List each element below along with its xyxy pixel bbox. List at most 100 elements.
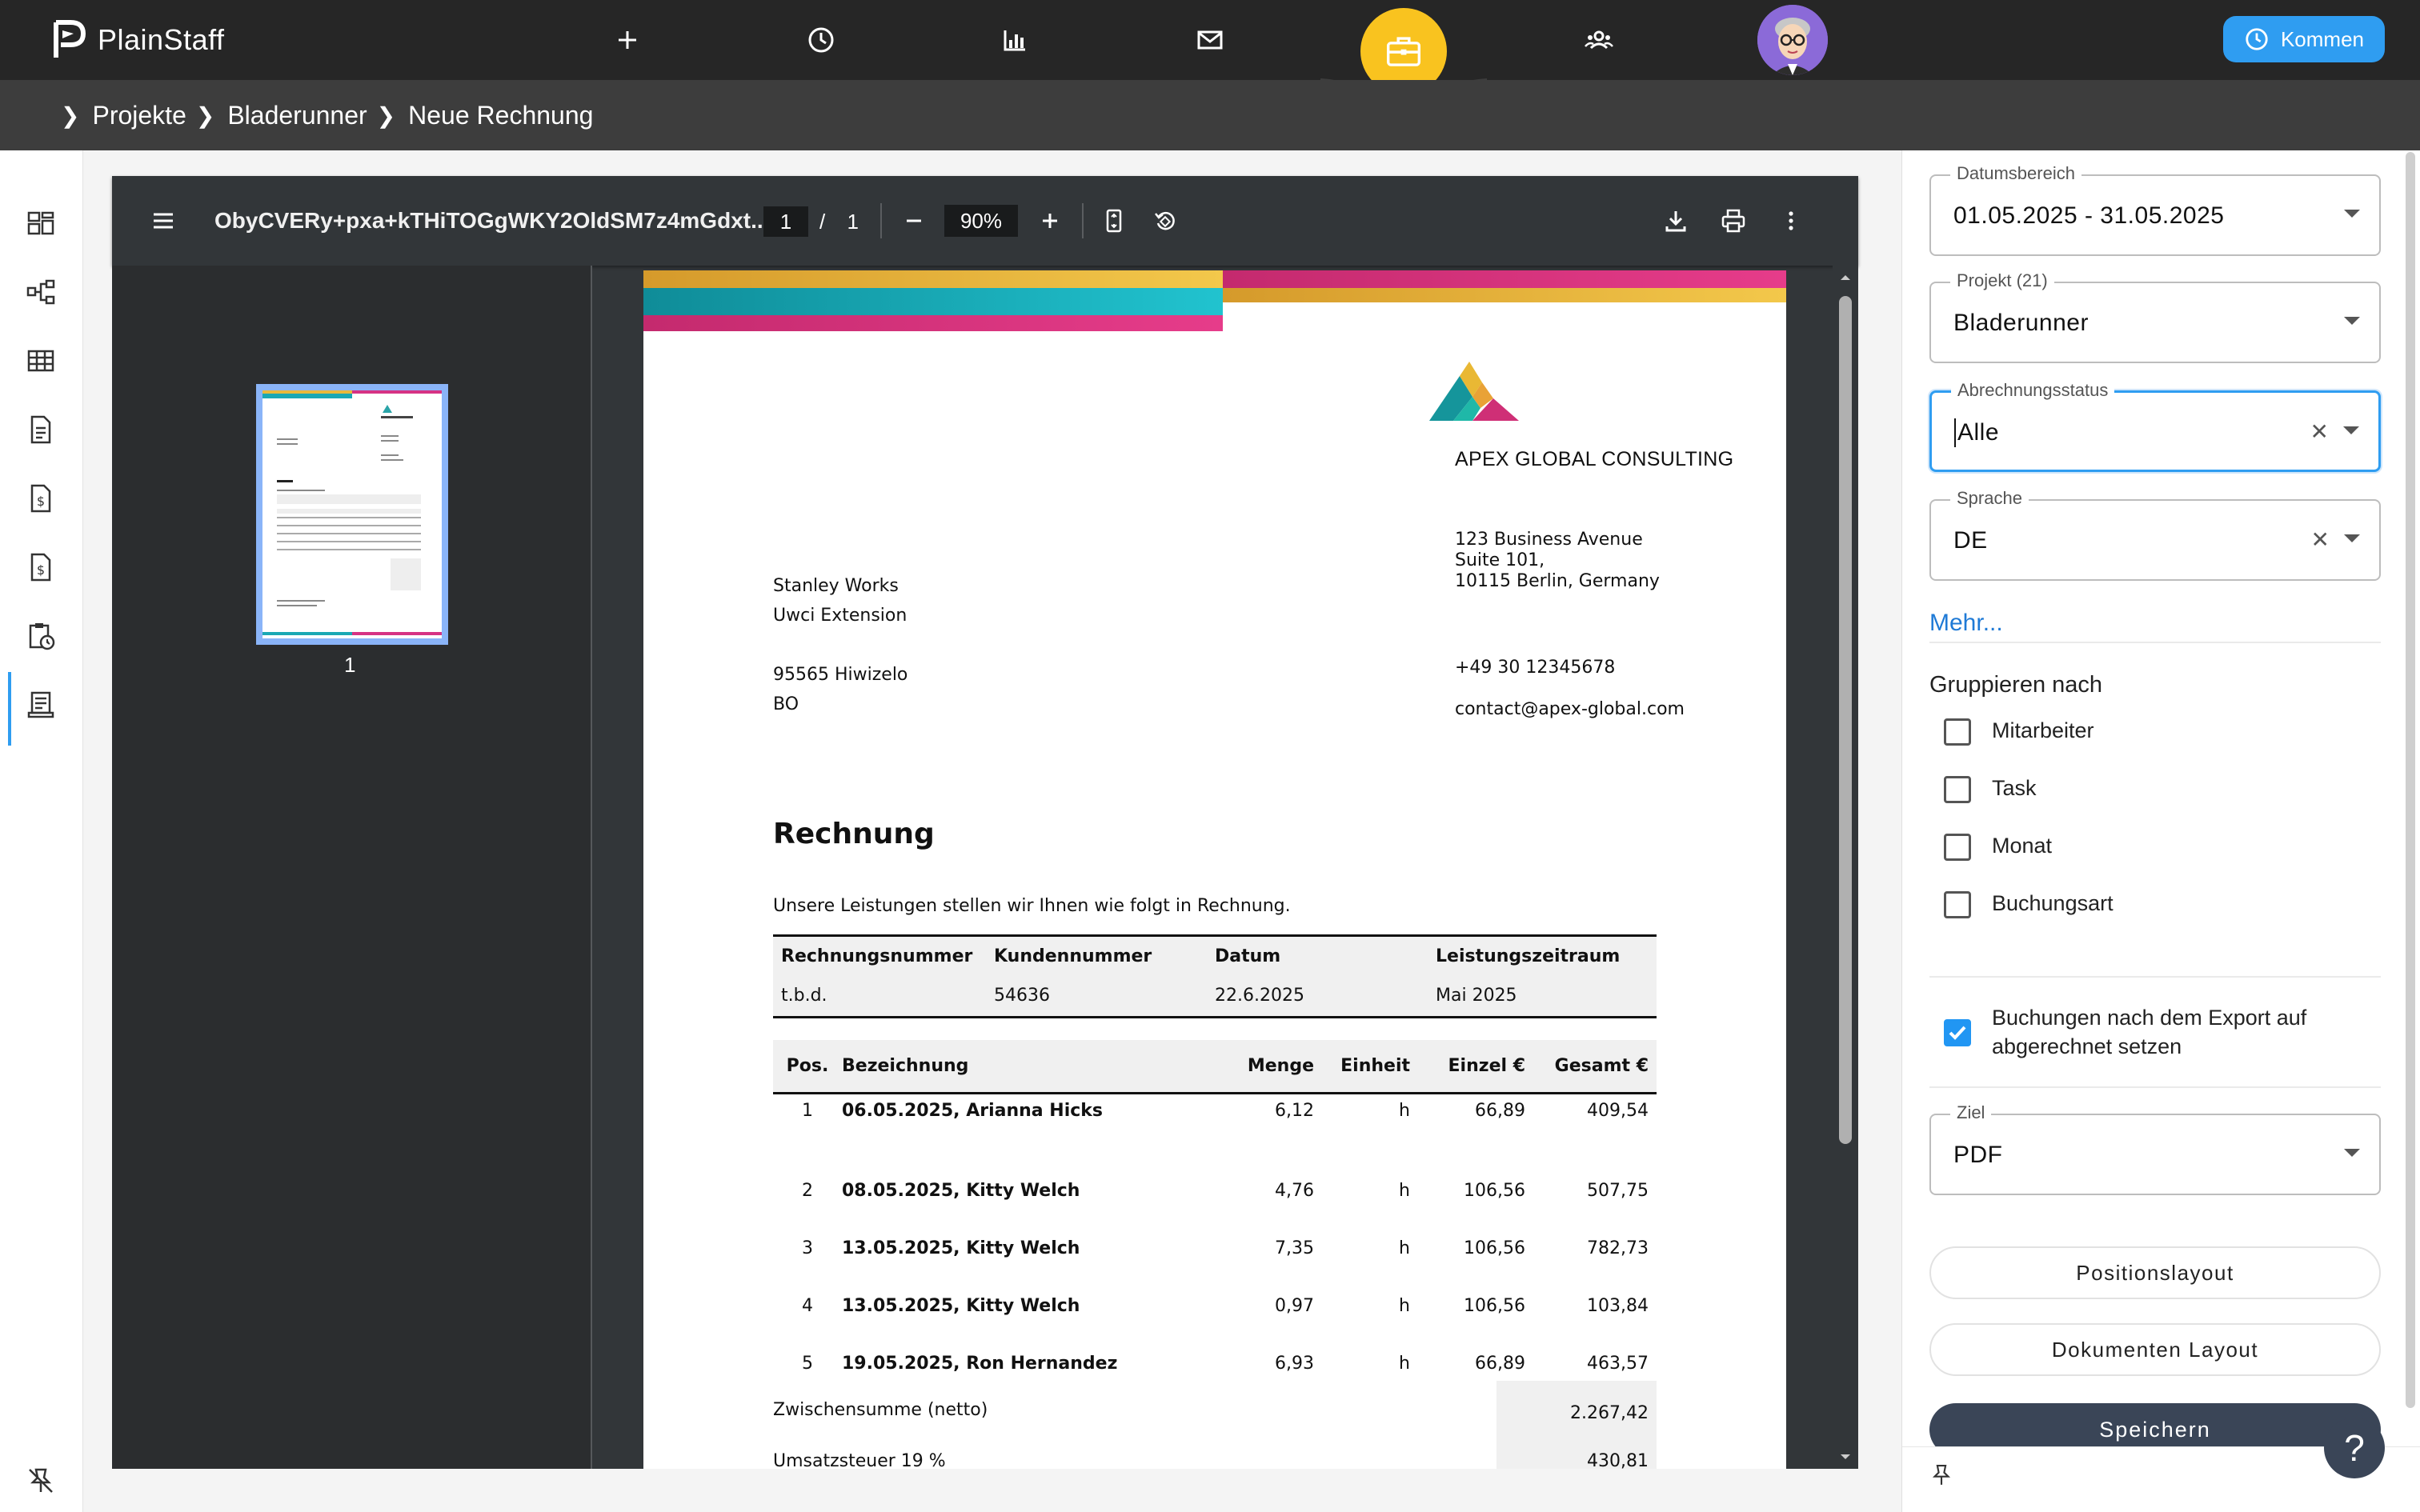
mark-as-billed-checkbox[interactable] bbox=[1944, 1019, 1971, 1046]
zoom-in-button[interactable] bbox=[1032, 203, 1068, 238]
dropdown-arrow-icon bbox=[2344, 317, 2360, 325]
item-pos: 2 bbox=[802, 1180, 813, 1201]
minus-icon bbox=[907, 219, 921, 222]
top-navigation-bar: PlainStaff Kommen bbox=[0, 0, 2420, 110]
page-thumbnail[interactable] bbox=[256, 384, 448, 645]
meta-value: t.b.d. bbox=[781, 986, 827, 1006]
more-vertical-icon bbox=[1789, 211, 1793, 230]
breadcrumb: ❯ Projekte ❯ Bladerunner ❯ Neue Rechnung bbox=[61, 80, 593, 150]
clear-icon[interactable]: ✕ bbox=[2311, 526, 2330, 553]
sidebar-unpin-button[interactable] bbox=[22, 1462, 59, 1499]
meta-header: Kundennummer bbox=[994, 946, 1152, 966]
user-avatar[interactable] bbox=[1757, 5, 1828, 75]
reports-nav-button[interactable] bbox=[994, 19, 1036, 61]
recipient-line: Uwci Extension bbox=[773, 606, 908, 626]
panel-scrollbar[interactable] bbox=[2406, 152, 2415, 1408]
breadcrumb-projects[interactable]: Projekte bbox=[92, 101, 186, 130]
item-unit-price: 66,89 bbox=[1475, 1100, 1525, 1121]
meta-value: 54636 bbox=[994, 986, 1050, 1006]
document-layout-button[interactable]: Dokumenten Layout bbox=[1929, 1323, 2381, 1376]
billing-status-select[interactable]: Abrechnungsstatus Alle ✕ bbox=[1929, 380, 2381, 472]
item-unit: h bbox=[1399, 1100, 1410, 1121]
toolbar-divider bbox=[880, 203, 882, 238]
time-nav-button[interactable] bbox=[800, 19, 842, 61]
clock-in-button[interactable]: Kommen bbox=[2223, 16, 2385, 62]
item-total: 409,54 bbox=[1587, 1100, 1649, 1121]
sidebar-item-table[interactable] bbox=[22, 342, 59, 379]
document-icon bbox=[30, 415, 51, 444]
sidebar-item-dashboard[interactable] bbox=[22, 205, 59, 242]
print-button[interactable] bbox=[1716, 203, 1751, 238]
chevron-right-icon: ❯ bbox=[195, 102, 215, 128]
svg-text:$: $ bbox=[37, 494, 45, 509]
group-by-employee-label: Mitarbeiter bbox=[1992, 718, 2094, 742]
sidebar-item-documents[interactable] bbox=[22, 411, 59, 448]
rotate-button[interactable] bbox=[1148, 203, 1183, 238]
items-header: Menge bbox=[1247, 1055, 1314, 1076]
project-select[interactable]: Projekt (21) Bladerunner bbox=[1929, 270, 2381, 363]
pdf-page-input[interactable]: 1 bbox=[763, 206, 808, 237]
sidebar-item-new-invoice[interactable] bbox=[22, 686, 59, 723]
address-line: Suite 101, bbox=[1455, 550, 1545, 570]
users-icon bbox=[1585, 30, 1613, 50]
group-by-task-checkbox[interactable] bbox=[1944, 776, 1971, 803]
add-nav-button[interactable] bbox=[607, 19, 648, 61]
table-row: 2 08.05.2025, Kitty Welch 4,76 h 106,56 … bbox=[773, 1162, 1657, 1219]
meta-value: 22.6.2025 bbox=[1215, 986, 1304, 1006]
pdf-scrollbar-thumb[interactable] bbox=[1839, 296, 1852, 1144]
sidebar-item-billing[interactable]: $ bbox=[22, 549, 59, 586]
address-line: 123 Business Avenue bbox=[1455, 530, 1643, 550]
language-value: DE bbox=[1953, 527, 1988, 554]
help-button[interactable]: ? bbox=[2324, 1418, 2385, 1478]
item-quantity: 6,12 bbox=[1275, 1100, 1314, 1121]
pdf-page-count: / 1 bbox=[808, 206, 859, 237]
target-format-select[interactable]: Ziel PDF bbox=[1929, 1102, 2381, 1195]
sidebar-item-timesheets[interactable] bbox=[22, 618, 59, 654]
item-unit-price: 106,56 bbox=[1464, 1180, 1525, 1201]
position-layout-button[interactable]: Positionslayout bbox=[1929, 1246, 2381, 1299]
breadcrumb-project[interactable]: Bladerunner bbox=[227, 101, 367, 130]
receipt-icon bbox=[27, 691, 54, 718]
recipient-line: Stanley Works bbox=[773, 576, 899, 596]
sidebar-active-indicator bbox=[8, 672, 11, 746]
messages-nav-button[interactable] bbox=[1189, 19, 1231, 61]
zoom-out-button[interactable] bbox=[896, 203, 932, 238]
item-description: 08.05.2025, Kitty Welch bbox=[842, 1180, 1080, 1201]
app-logo[interactable]: PlainStaff bbox=[53, 18, 224, 62]
clear-icon[interactable]: ✕ bbox=[2310, 418, 2329, 445]
meta-header: Rechnungsnummer bbox=[781, 946, 973, 966]
meta-value: Mai 2025 bbox=[1436, 986, 1517, 1006]
item-pos: 4 bbox=[802, 1295, 813, 1316]
zoom-level-input[interactable]: 90% bbox=[944, 205, 1018, 237]
date-range-select[interactable]: Datumsbereich 01.05.2025 - 31.05.2025 bbox=[1929, 163, 2381, 256]
download-button[interactable] bbox=[1658, 203, 1693, 238]
pdf-menu-button[interactable] bbox=[146, 203, 181, 238]
table-row: 1 06.05.2025, Arianna Hicks 6,12 h 66,89… bbox=[773, 1093, 1657, 1162]
group-by-booking-type-checkbox[interactable] bbox=[1944, 891, 1971, 918]
item-quantity: 6,93 bbox=[1275, 1353, 1314, 1374]
item-total: 782,73 bbox=[1587, 1238, 1649, 1258]
dropdown-arrow-icon bbox=[2343, 426, 2359, 434]
sidebar-item-invoices[interactable]: $ bbox=[22, 480, 59, 517]
group-by-employee-checkbox[interactable] bbox=[1944, 718, 1971, 746]
scroll-down-arrow-icon bbox=[1841, 1454, 1850, 1459]
fit-page-button[interactable] bbox=[1096, 203, 1132, 238]
breadcrumb-current: Neue Rechnung bbox=[408, 100, 594, 130]
sidebar-item-structure[interactable] bbox=[22, 274, 59, 310]
checkmark-icon bbox=[1949, 1026, 1966, 1040]
language-select[interactable]: Sprache DE ✕ bbox=[1929, 488, 2381, 581]
plus-icon bbox=[1043, 214, 1057, 228]
item-description: 13.05.2025, Kitty Welch bbox=[842, 1238, 1080, 1258]
items-header: Bezeichnung bbox=[842, 1055, 969, 1076]
pdf-thumbnail-pane: 1 bbox=[112, 266, 592, 1469]
group-by-month-checkbox[interactable] bbox=[1944, 834, 1971, 861]
more-options-button[interactable] bbox=[1773, 203, 1809, 238]
rotate-icon bbox=[1155, 211, 1175, 230]
total-pages: 1 bbox=[847, 210, 859, 234]
item-unit: h bbox=[1399, 1238, 1410, 1258]
table-row: 4 13.05.2025, Kitty Welch 0,97 h 106,56 … bbox=[773, 1277, 1657, 1334]
pin-icon[interactable] bbox=[1928, 1462, 1955, 1489]
team-nav-button[interactable] bbox=[1578, 19, 1620, 61]
more-filters-link[interactable]: Mehr... bbox=[1929, 610, 2003, 637]
meta-header: Datum bbox=[1215, 946, 1281, 966]
